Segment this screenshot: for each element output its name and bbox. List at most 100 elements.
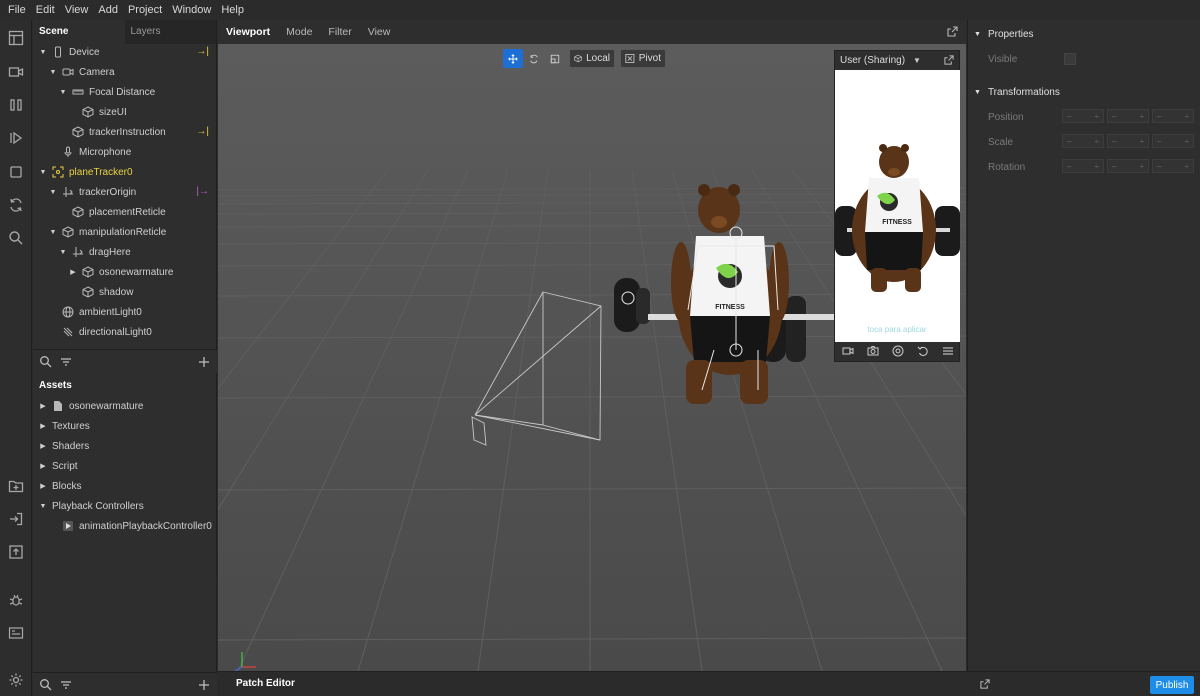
chevron-right-icon[interactable]: ▶ bbox=[69, 262, 77, 282]
properties-section[interactable]: ▼ Properties bbox=[974, 29, 1034, 40]
menu-filter[interactable]: Filter bbox=[320, 26, 359, 38]
scale-x-field[interactable]: – ÷ bbox=[1062, 134, 1104, 148]
rotation-y-field[interactable]: – ÷ bbox=[1107, 159, 1149, 173]
video-record-icon[interactable] bbox=[842, 345, 854, 360]
asset-item[interactable]: ▶ Blocks bbox=[33, 476, 217, 496]
menu-mode[interactable]: Mode bbox=[278, 26, 320, 38]
asset-item[interactable]: animationPlaybackController0 bbox=[33, 516, 217, 536]
chevron-down-icon[interactable]: ▼ bbox=[49, 222, 57, 242]
scene-tree-item[interactable]: ▼ dragHere bbox=[33, 242, 217, 262]
link-badge-icon[interactable]: |→ bbox=[196, 186, 209, 197]
transformations-section[interactable]: ▼ Transformations bbox=[974, 87, 1060, 98]
scene-tree-item[interactable]: ▼ Device →| bbox=[33, 42, 217, 62]
chevron-right-icon[interactable]: ▶ bbox=[39, 396, 47, 416]
patch-editor-title[interactable]: Patch Editor bbox=[236, 678, 295, 689]
position-z-field[interactable]: – ÷ bbox=[1152, 109, 1194, 123]
scale-y-field[interactable]: – ÷ bbox=[1107, 134, 1149, 148]
tab-layers[interactable]: Layers bbox=[125, 20, 217, 44]
scene-tree-item[interactable]: ▼ trackerOrigin |→ bbox=[33, 182, 217, 202]
filter-icon[interactable] bbox=[59, 678, 73, 692]
import-icon[interactable] bbox=[7, 510, 24, 527]
chevron-down-icon[interactable]: ▼ bbox=[39, 162, 47, 182]
chevron-down-icon[interactable]: ▼ bbox=[39, 496, 47, 516]
export-icon[interactable] bbox=[7, 543, 24, 560]
scene-tree-item[interactable]: ▶ osonewarmature bbox=[33, 262, 217, 282]
position-x-field[interactable]: – ÷ bbox=[1062, 109, 1104, 123]
chevron-right-icon[interactable]: ▶ bbox=[39, 476, 47, 496]
scene-tree-item[interactable]: directionalLight0 bbox=[33, 322, 217, 342]
scene-tree-item[interactable]: ▼ Focal Distance bbox=[33, 82, 217, 102]
asset-item[interactable]: ▶ Script bbox=[33, 456, 217, 476]
chevron-down-icon[interactable]: ▼ bbox=[49, 182, 57, 202]
local-space-button[interactable]: Local bbox=[569, 49, 615, 68]
chevron-right-icon[interactable]: ▶ bbox=[39, 436, 47, 456]
chevron-down-icon[interactable]: ▼ bbox=[49, 62, 57, 82]
layout-icon[interactable] bbox=[7, 29, 24, 46]
menu-window[interactable]: Window bbox=[167, 0, 216, 20]
popout-icon[interactable] bbox=[980, 679, 990, 689]
preview-mode-select[interactable]: User (Sharing) bbox=[840, 55, 905, 66]
link-badge-icon[interactable]: →| bbox=[196, 46, 209, 57]
scene-tree-item[interactable]: sizeUI bbox=[33, 102, 217, 122]
scene-tree-item[interactable]: ▼ planeTracker0 bbox=[33, 162, 217, 182]
scale-z-field[interactable]: – ÷ bbox=[1152, 134, 1194, 148]
chevron-down-icon[interactable]: ▼ bbox=[59, 82, 67, 102]
chevron-down-icon[interactable]: ▼ bbox=[913, 56, 921, 65]
search-icon[interactable] bbox=[39, 355, 53, 369]
link-badge-icon[interactable]: →| bbox=[196, 126, 209, 137]
search-icon[interactable] bbox=[39, 678, 53, 692]
scene-tree-item[interactable]: Microphone bbox=[33, 142, 217, 162]
filter-icon[interactable] bbox=[59, 355, 73, 369]
menu-project[interactable]: Project bbox=[123, 0, 167, 20]
stop-icon[interactable] bbox=[7, 163, 24, 180]
refresh-icon[interactable] bbox=[7, 196, 24, 213]
scale-tool-button[interactable] bbox=[545, 49, 565, 68]
pivot-button[interactable]: Pivot bbox=[620, 49, 666, 68]
screenshot-camera-icon[interactable] bbox=[867, 345, 879, 360]
play-step-icon[interactable] bbox=[7, 129, 24, 146]
menu-help[interactable]: Help bbox=[216, 0, 249, 20]
publish-button[interactable]: Publish bbox=[1150, 676, 1194, 694]
scene-tree-item[interactable]: ▼ Camera bbox=[33, 62, 217, 82]
menu-view[interactable]: View bbox=[60, 0, 94, 20]
restart-icon[interactable] bbox=[917, 345, 929, 360]
asset-item[interactable]: ▼ Playback Controllers bbox=[33, 496, 217, 516]
rotation-z-field[interactable]: – ÷ bbox=[1152, 159, 1194, 173]
search-icon[interactable] bbox=[7, 229, 24, 246]
pause-bars-icon[interactable] bbox=[7, 96, 24, 113]
tab-viewport[interactable]: Viewport bbox=[218, 26, 278, 38]
asset-item[interactable]: ▶ osonewarmature bbox=[33, 396, 217, 416]
move-tool-button[interactable] bbox=[503, 49, 523, 68]
preview-screen[interactable]: FITNESS toca para aplicar bbox=[835, 70, 960, 342]
position-y-field[interactable]: – ÷ bbox=[1107, 109, 1149, 123]
rotate-tool-button[interactable] bbox=[524, 49, 544, 68]
add-object-icon[interactable] bbox=[197, 355, 211, 369]
visible-checkbox[interactable] bbox=[1064, 53, 1076, 65]
menu-view[interactable]: View bbox=[360, 26, 399, 38]
popout-icon[interactable] bbox=[944, 55, 954, 65]
face-tracker-icon[interactable] bbox=[892, 345, 904, 360]
scene-tree-item[interactable]: shadow bbox=[33, 282, 217, 302]
settings-gear-icon[interactable] bbox=[7, 671, 24, 688]
add-folder-icon[interactable] bbox=[7, 477, 24, 494]
console-icon[interactable] bbox=[7, 624, 24, 641]
scene-tree-item[interactable]: ▼ manipulationReticle bbox=[33, 222, 217, 242]
menu-add[interactable]: Add bbox=[93, 0, 123, 20]
chevron-right-icon[interactable]: ▶ bbox=[39, 456, 47, 476]
add-asset-icon[interactable] bbox=[197, 678, 211, 692]
menu-icon[interactable] bbox=[942, 345, 954, 360]
chevron-down-icon[interactable]: ▼ bbox=[59, 242, 67, 262]
menu-file[interactable]: File bbox=[3, 0, 31, 20]
rotation-x-field[interactable]: – ÷ bbox=[1062, 159, 1104, 173]
chevron-right-icon[interactable]: ▶ bbox=[39, 416, 47, 436]
asset-item[interactable]: ▶ Textures bbox=[33, 416, 217, 436]
tab-scene[interactable]: Scene bbox=[33, 20, 125, 44]
chevron-down-icon[interactable]: ▼ bbox=[39, 42, 47, 62]
menu-edit[interactable]: Edit bbox=[31, 0, 60, 20]
bug-icon[interactable] bbox=[7, 591, 24, 608]
scene-tree-item[interactable]: trackerInstruction →| bbox=[33, 122, 217, 142]
scene-tree-item[interactable]: ambientLight0 bbox=[33, 302, 217, 322]
video-camera-icon[interactable] bbox=[7, 63, 24, 80]
scene-tree-item[interactable]: placementReticle bbox=[33, 202, 217, 222]
popout-icon[interactable] bbox=[947, 26, 958, 37]
